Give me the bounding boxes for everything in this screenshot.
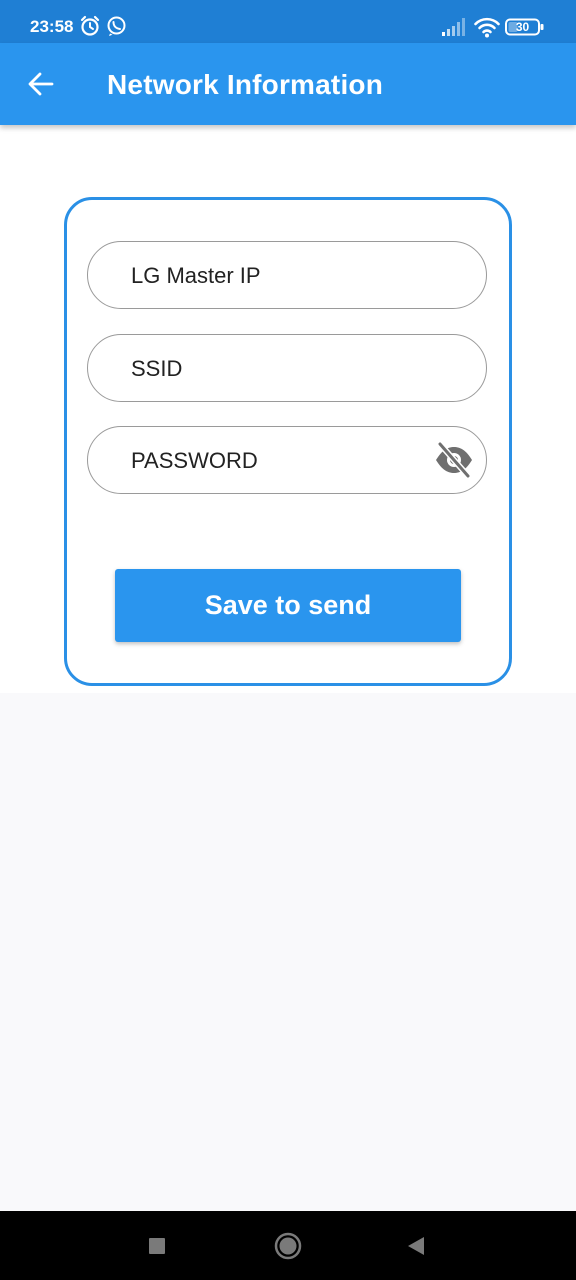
wifi-icon bbox=[474, 16, 500, 43]
master-ip-field[interactable]: LG Master IP bbox=[87, 241, 487, 309]
ssid-field[interactable]: SSID bbox=[87, 334, 487, 402]
ssid-placeholder: SSID bbox=[131, 356, 183, 381]
empty-area bbox=[0, 693, 576, 1211]
status-time: 23:58 bbox=[30, 17, 74, 36]
network-form-card: LG Master IP SSID PASSWORD Save to send bbox=[64, 197, 512, 686]
alarm-icon bbox=[80, 15, 100, 42]
app-bar: Network Information bbox=[0, 43, 576, 125]
home-circle-icon[interactable] bbox=[274, 1232, 302, 1265]
status-bar: 23:58 30 bbox=[0, 0, 576, 43]
eye-off-icon[interactable] bbox=[434, 440, 474, 480]
recents-square-icon[interactable] bbox=[148, 1237, 166, 1260]
arrow-left-icon bbox=[28, 72, 54, 101]
save-to-send-button[interactable]: Save to send bbox=[115, 569, 461, 642]
battery-level: 30 bbox=[515, 20, 530, 34]
signal-icon bbox=[440, 17, 468, 42]
page-title: Network Information bbox=[107, 69, 384, 100]
system-nav-bar bbox=[0, 1211, 576, 1280]
password-field[interactable]: PASSWORD bbox=[87, 426, 487, 494]
master-ip-placeholder: LG Master IP bbox=[131, 263, 261, 288]
password-placeholder: PASSWORD bbox=[131, 448, 258, 473]
back-triangle-icon[interactable] bbox=[406, 1235, 426, 1262]
back-button[interactable] bbox=[20, 63, 62, 105]
whatsapp-icon bbox=[106, 15, 127, 42]
